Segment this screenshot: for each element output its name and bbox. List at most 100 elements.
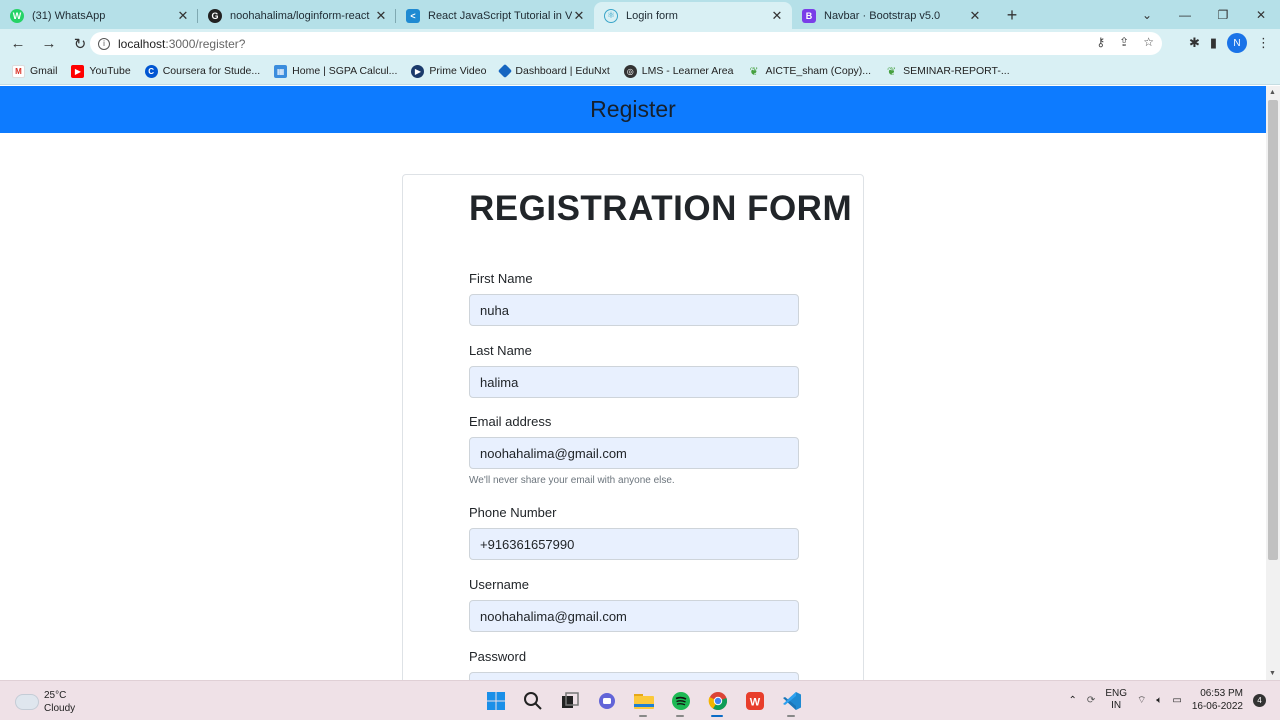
react-icon: ⚛ [604, 8, 618, 23]
bootstrap-icon: B [802, 8, 816, 23]
registration-card: REGISTRATION FORM First Name nuha Last N… [402, 174, 864, 680]
tab-strip: W (31) WhatsApp ✕ G noohahalima/loginfor… [0, 0, 1280, 29]
chrome-icon[interactable] [704, 687, 731, 717]
bookmark-edunxt[interactable]: Dashboard | EduNxt [498, 63, 610, 79]
file-explorer-icon[interactable] [630, 687, 657, 717]
password-group: Password [469, 649, 799, 680]
scroll-up-icon[interactable]: ▲ [1269, 89, 1276, 96]
scrollbar-thumb[interactable] [1268, 100, 1278, 560]
vscode-taskbar-icon[interactable] [778, 687, 805, 717]
last-name-group: Last Name halima [469, 343, 799, 398]
teams-chat-icon[interactable] [593, 687, 620, 714]
first-name-label: First Name [469, 271, 533, 286]
address-bar[interactable]: i localhost:3000/register? ⚷ ⇪ ☆ [90, 32, 1162, 55]
calculator-icon: ▦ [274, 64, 288, 78]
close-icon[interactable]: ✕ [770, 8, 784, 24]
bookmark-lms[interactable]: ◎ LMS - Learner Area [623, 64, 733, 78]
bookmark-sgpa[interactable]: ▦ Home | SGPA Calcul... [274, 64, 397, 78]
wps-office-icon[interactable]: W [741, 687, 768, 714]
menu-icon[interactable]: ⋮ [1257, 35, 1270, 51]
page-viewport: Register REGISTRATION FORM First Name nu… [0, 86, 1266, 680]
minimize-icon[interactable]: — [1166, 0, 1204, 29]
last-name-label: Last Name [469, 343, 532, 358]
volume-icon[interactable]: 🔈︎ [1156, 695, 1162, 706]
tab-whatsapp[interactable]: W (31) WhatsApp ✕ [0, 2, 198, 29]
new-tab-button[interactable]: + [998, 2, 1026, 29]
phone-input[interactable]: +916361657990 [469, 528, 799, 560]
scroll-down-icon[interactable]: ▼ [1269, 670, 1276, 677]
username-label: Username [469, 577, 529, 592]
first-name-group: First Name nuha [469, 271, 799, 326]
bookmark-seminar[interactable]: ❦ SEMINAR-REPORT-... [885, 65, 1010, 78]
close-window-icon[interactable]: ✕ [1242, 0, 1280, 29]
task-view-icon[interactable] [556, 687, 583, 714]
star-icon[interactable]: ☆ [1143, 35, 1154, 49]
clock[interactable]: 06:53 PM 16-06-2022 [1192, 687, 1243, 713]
restore-icon[interactable]: ❐ [1204, 0, 1242, 29]
clock-time: 06:53 PM [1200, 688, 1243, 699]
password-input[interactable] [469, 672, 799, 680]
site-info-icon[interactable]: i [98, 37, 110, 50]
wifi-icon[interactable]: ⌔ [1137, 694, 1146, 707]
key-icon[interactable]: ⚷ [1096, 35, 1105, 49]
search-icon[interactable] [519, 687, 546, 714]
side-panel-icon[interactable]: ▮ [1210, 35, 1217, 51]
edunxt-icon [498, 63, 513, 79]
cloud-icon [16, 695, 38, 709]
bookmark-coursera[interactable]: C Coursera for Stude... [144, 64, 260, 78]
close-icon[interactable]: ✕ [968, 8, 982, 24]
forward-icon[interactable]: → [36, 31, 62, 57]
spotify-icon[interactable] [667, 687, 694, 717]
bookmarks-bar: M Gmail ▶ YouTube C Coursera for Stude... ▦… [0, 58, 1280, 85]
bookmark-prime-video[interactable]: ▶ Prime Video [411, 64, 486, 78]
username-input[interactable]: noohahalima@gmail.com [469, 600, 799, 632]
close-icon[interactable]: ✕ [572, 8, 586, 24]
url-path: :3000/register? [165, 36, 246, 51]
password-label: Password [469, 649, 527, 664]
tab-title: Navbar · Bootstrap v5.0 [824, 9, 941, 22]
clock-date: 16-06-2022 [1191, 701, 1243, 712]
battery-icon[interactable]: ▭ [1172, 695, 1181, 706]
form-title: REGISTRATION FORM [469, 189, 853, 228]
system-tray: ⌃ ⟳ ENG IN ⌔ 🔈︎ ▭ 06:53 PM 16-06-2022 4 [1069, 687, 1266, 713]
last-name-input[interactable]: halima [469, 366, 799, 398]
tab-github[interactable]: G noohahalima/loginform-react ✕ [198, 2, 396, 29]
close-icon[interactable]: ✕ [374, 8, 388, 24]
windows-taskbar: 25°C Cloudy W ⌃ ⟳ ENG IN ⌔ 🔈︎ ▭ 06:53 PM… [0, 680, 1280, 720]
profile-avatar[interactable]: N [1227, 33, 1247, 53]
extensions-icon[interactable]: ✱ [1189, 35, 1200, 51]
whatsapp-icon: W [10, 8, 24, 23]
tab-login-form[interactable]: ⚛ Login form ✕ [594, 2, 792, 29]
tab-bootstrap[interactable]: B Navbar · Bootstrap v5.0 ✕ [792, 2, 990, 29]
back-icon[interactable]: ← [5, 31, 31, 57]
start-icon[interactable] [482, 687, 509, 714]
tab-vscode-tutorial[interactable]: < React JavaScript Tutorial in Visual ✕ [396, 2, 594, 29]
github-icon: G [208, 8, 222, 23]
taskbar-apps: W [482, 687, 805, 717]
language-indicator[interactable]: ENG IN [1105, 688, 1127, 712]
overleaf-icon: ❦ [886, 65, 897, 78]
notification-badge[interactable]: 4 [1253, 693, 1266, 707]
first-name-input[interactable]: nuha [469, 294, 799, 326]
browser-toolbar: ← → ↻ i localhost:3000/register? ⚷ ⇪ ☆ ✱… [0, 29, 1280, 58]
chevron-up-icon[interactable]: ⌃ [1069, 695, 1077, 706]
share-icon[interactable]: ⇪ [1119, 35, 1129, 49]
sync-icon[interactable]: ⟳ [1087, 695, 1095, 706]
weather-widget[interactable]: 25°C Cloudy [16, 689, 75, 715]
url-host: localhost [118, 36, 166, 51]
app-navbar: Register [0, 86, 1266, 133]
gmail-icon: M [12, 64, 25, 78]
overleaf-icon: ❦ [749, 65, 759, 78]
svg-text:W: W [749, 696, 760, 708]
weather-temp: 25°C [44, 690, 67, 701]
page-scrollbar[interactable]: ▲ ▼ [1266, 86, 1280, 680]
tab-title: Login form [626, 9, 678, 22]
bookmark-youtube[interactable]: ▶ YouTube [71, 64, 131, 78]
tab-search-icon[interactable]: ⌄ [1128, 0, 1166, 29]
tab-title: noohahalima/loginform-react [230, 9, 370, 22]
bookmark-gmail[interactable]: M Gmail [12, 64, 57, 78]
coursera-icon: C [144, 64, 158, 78]
bookmark-aicte[interactable]: ❦ AICTE_sham (Copy)... [747, 65, 871, 78]
email-input[interactable]: noohahalima@gmail.com [469, 437, 799, 469]
close-icon[interactable]: ✕ [176, 8, 190, 24]
